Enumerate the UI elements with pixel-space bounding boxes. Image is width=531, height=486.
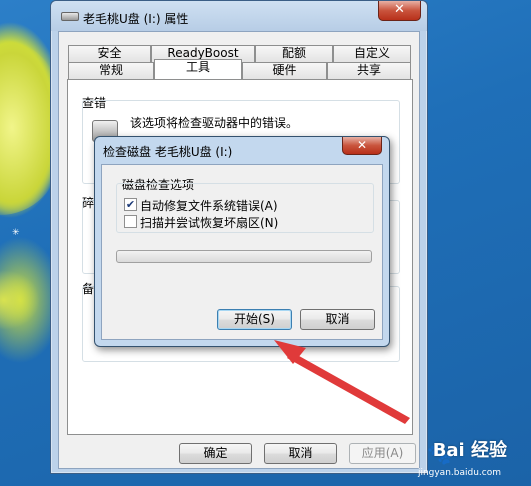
watermark-text: Bai 经验 [432,440,507,461]
tab-general[interactable]: 常规 [68,62,154,79]
ok-button[interactable]: 确定 [179,443,252,464]
scan-recover-label: 扫描并尝试恢复坏扇区(N) [140,216,279,230]
tab-quota[interactable]: 配额 [255,45,333,62]
tab-hardware[interactable]: 硬件 [242,62,327,79]
sparkle-icon: ✳ [12,228,20,238]
window-title: 老毛桃U盘 (I:) 属性 [83,12,189,26]
flower-decoration-2 [0,270,40,330]
tab-customize[interactable]: 自定义 [333,45,411,62]
cancel-button[interactable]: 取消 [264,443,337,464]
start-button[interactable]: 开始(S) [217,309,292,330]
tab-sharing[interactable]: 共享 [327,62,411,79]
check-disk-dialog: 检查磁盘 老毛桃U盘 (I:) ✕ 磁盘检查选项 ✔ 自动修复文件系统错误(A)… [94,136,390,347]
scan-recover-checkbox[interactable] [124,215,137,228]
scan-progress-bar [116,250,372,263]
usb-drive-icon [61,12,79,21]
title-bar: 老毛桃U盘 (I:) 属性 ✕ [51,1,427,31]
apply-button[interactable]: 应用(A) [349,443,416,464]
auto-fix-label: 自动修复文件系统错误(A) [140,199,278,213]
error-check-description: 该选项将检查驱动器中的错误。 [130,116,299,130]
auto-fix-checkbox[interactable]: ✔ [124,198,137,211]
tab-security[interactable]: 安全 [68,45,151,62]
window-close-button[interactable]: ✕ [378,1,421,21]
tab-tools[interactable]: 工具 [154,59,242,79]
dialog-close-button[interactable]: ✕ [342,137,382,155]
dialog-title: 检查磁盘 老毛桃U盘 (I:) [103,145,233,159]
dialog-cancel-button[interactable]: 取消 [300,309,375,330]
watermark-url: jingyan.baidu.com [417,468,501,478]
dialog-client: 磁盘检查选项 ✔ 自动修复文件系统错误(A) 扫描并尝试恢复坏扇区(N) 开始(… [101,164,383,340]
